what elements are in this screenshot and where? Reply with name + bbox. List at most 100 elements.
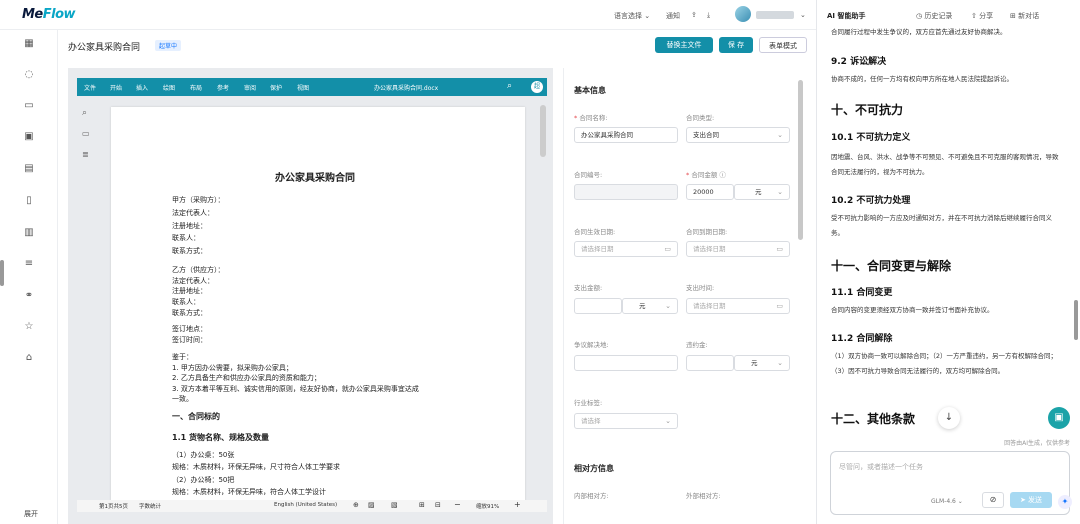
spellcheck-icon[interactable]: ▨	[368, 501, 375, 509]
outline-icon[interactable]: ≣	[82, 150, 89, 159]
end-date-label: 合同到期日期:	[686, 228, 728, 236]
fit-page-icon[interactable]: ⊞	[419, 501, 425, 509]
search-icon[interactable]: ⌕	[507, 81, 512, 91]
search-icon[interactable]: ⌕	[82, 108, 87, 118]
track-icon[interactable]: ▧	[391, 501, 398, 509]
contract-name-input[interactable]: 办公家具采购合同	[574, 127, 678, 143]
replace-file-button[interactable]: 替换主文件	[655, 37, 713, 53]
comment-icon[interactable]: ▭	[82, 129, 90, 138]
chat-input-placeholder[interactable]: 尽管问，或者描述一个任务	[839, 462, 923, 472]
menu-protect[interactable]: 保护	[270, 83, 282, 92]
send-button[interactable]: ➤ 发送	[1010, 492, 1052, 508]
penalty-label: 违约金:	[686, 341, 708, 349]
ai-heading: 十一、合同变更与解除	[831, 259, 952, 273]
contract-number-input[interactable]	[574, 184, 678, 200]
menu-reference[interactable]: 参考	[217, 83, 229, 92]
download-icon[interactable]: ⤓	[707, 11, 710, 20]
link-icon[interactable]: ⚭	[22, 289, 36, 303]
industry-tag-label: 行业标签:	[574, 399, 603, 407]
upload-icon[interactable]: ⇪	[691, 11, 697, 19]
payment-amount-input[interactable]	[574, 298, 622, 314]
zoom-in-icon[interactable]: +	[514, 500, 521, 509]
form-mode-button[interactable]: 表单模式	[759, 37, 807, 53]
penalty-unit-select[interactable]: 元 ⌄	[734, 355, 790, 371]
paper-heading: 一、合同标的	[172, 412, 220, 421]
menu-home[interactable]: 开始	[110, 83, 122, 92]
language-indicator[interactable]: English (United States)	[274, 502, 337, 508]
ai-panel-title: AI 智能助手	[827, 12, 866, 20]
form-scrollbar[interactable]	[798, 80, 803, 240]
section-basic-info: 基本信息	[574, 86, 606, 95]
dispute-place-input[interactable]	[574, 355, 678, 371]
contract-amount-input[interactable]: 20000	[686, 184, 734, 200]
inbox-icon[interactable]: ▣	[22, 130, 36, 144]
menu-insert[interactable]: 插入	[136, 83, 148, 92]
editor-avatar[interactable]: 超	[531, 81, 543, 93]
save-button[interactable]: 保 存	[719, 37, 753, 53]
industry-tag-select[interactable]: 请选择 ⌄	[574, 413, 678, 429]
globe-icon[interactable]: ⊕	[353, 501, 359, 509]
paper-line: 甲方（采购方）：	[172, 196, 225, 204]
ai-heading: 十二、其他条款	[831, 412, 916, 426]
paper-line: 联系人：	[172, 234, 200, 242]
word-count-button[interactable]: 字数统计	[139, 502, 161, 510]
paper-subheading: 1.1 货物名称、规格及数量	[172, 433, 269, 442]
menu-file[interactable]: 文件	[84, 83, 96, 92]
document-icon[interactable]: ▤	[22, 162, 36, 176]
star-icon[interactable]: ☆	[22, 320, 36, 334]
file-icon[interactable]: ▯	[22, 194, 36, 208]
table-icon[interactable]: ▥	[22, 226, 36, 240]
fit-width-icon[interactable]: ⊟	[435, 501, 441, 509]
list-icon[interactable]: ≡	[22, 257, 36, 271]
scroll-down-button[interactable]: ↓	[938, 407, 960, 429]
share-button[interactable]: ⇧ 分享	[971, 11, 993, 21]
menu-layout[interactable]: 布局	[190, 83, 202, 92]
folder-icon[interactable]: ▭	[22, 99, 36, 113]
chat-input-box[interactable]: 尽管问，或者描述一个任务 GLM-4.6 ⌄ ⊘ ➤ 发送	[830, 451, 1070, 515]
paper-line: 鉴于：	[172, 353, 193, 361]
paper-line: 2. 乙方具备生产和供应办公家具的资质和能力；	[172, 374, 321, 382]
penalty-input[interactable]	[686, 355, 734, 371]
assistant-avatar-icon[interactable]: ✦	[1058, 495, 1072, 509]
ai-scrollbar[interactable]	[1074, 300, 1078, 340]
chevron-down-icon[interactable]: ⌄	[800, 11, 806, 19]
start-date-label: 合同生效日期:	[574, 228, 616, 236]
language-select[interactable]: 语言选择 ⌄	[614, 11, 650, 21]
editor-status-bar: 第1页共5页 字数统计 English (United States) ⊕ ▨ …	[77, 500, 547, 512]
notification-link[interactable]: 通知	[666, 11, 680, 21]
paper-line: 一致。	[172, 395, 193, 403]
menu-draw[interactable]: 绘图	[163, 83, 175, 92]
grid-icon[interactable]: ▦	[22, 37, 36, 51]
menu-review[interactable]: 审阅	[244, 83, 256, 92]
ai-paragraph: 合同内容的变更须经双方协商一致并签订书面补充协议。	[831, 306, 994, 314]
dispute-place-label: 争议解决地:	[574, 341, 609, 349]
contract-type-select[interactable]: 支出合同 ⌄	[686, 127, 790, 143]
paper-line: 注册地址：	[172, 287, 207, 295]
expand-sidebar-button[interactable]: 展开	[24, 509, 38, 519]
paper-line: 规格：木质材料，环保无异味，尺寸符合人体工学要求	[172, 463, 340, 471]
ai-subheading: 11.1 合同变更	[831, 288, 893, 298]
logo-text-a: Me	[22, 7, 43, 22]
payment-time-picker[interactable]: 请选择日期 ▭	[686, 298, 790, 314]
app-logo[interactable]: MeFlow	[22, 7, 76, 22]
payment-unit-select[interactable]: 元 ⌄	[622, 298, 678, 314]
history-button[interactable]: ◷ 历史记录	[916, 11, 952, 21]
chat-icon[interactable]: ◌	[22, 68, 36, 82]
notes-fab-button[interactable]: ▣	[1048, 407, 1070, 429]
start-date-picker[interactable]: 请选择日期 ▭	[574, 241, 678, 257]
editor-scrollbar[interactable]	[540, 105, 546, 157]
end-date-picker[interactable]: 请选择日期 ▭	[686, 241, 790, 257]
ai-subheading: 11.2 合同解除	[831, 334, 893, 344]
new-chat-button[interactable]: ⊞ 新对话	[1010, 11, 1039, 21]
model-select[interactable]: GLM-4.6 ⌄	[931, 498, 963, 505]
payment-time-label: 支出时间:	[686, 284, 715, 292]
bank-icon[interactable]: ⌂	[22, 351, 36, 365]
paper-line: 规格：木质材料，环保无异味，符合人体工学设计	[172, 488, 326, 496]
amount-unit-select[interactable]: 元 ⌄	[734, 184, 790, 200]
menu-view[interactable]: 视图	[297, 83, 309, 92]
zoom-out-icon[interactable]: −	[454, 500, 461, 509]
left-scroll-handle[interactable]	[0, 260, 4, 286]
user-avatar[interactable]	[735, 6, 751, 22]
editor-ribbon: 文件 开始 插入 绘图 布局 参考 审阅 保护 视图 办公家具采购合同.docx…	[77, 78, 547, 96]
attach-icon[interactable]: ⊘	[982, 492, 1004, 508]
